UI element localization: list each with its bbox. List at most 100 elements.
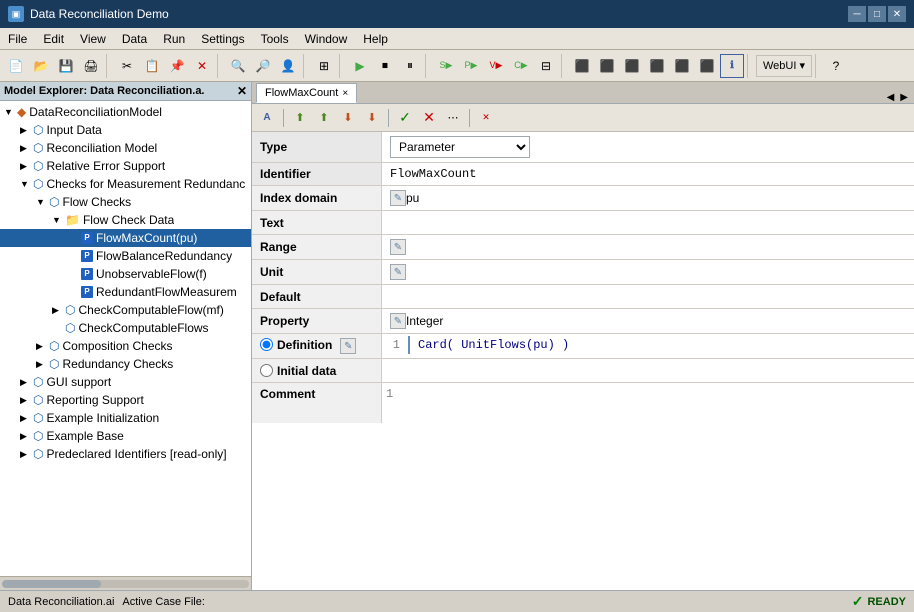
cube-icon: ⬡ (49, 195, 59, 209)
tree-item[interactable]: ▶⬡Redundancy Checks (0, 355, 251, 373)
menu-settings[interactable]: Settings (193, 28, 252, 49)
ready-label: READY (867, 596, 906, 608)
nav-btn4[interactable]: ⬛ (645, 54, 669, 78)
edit-down2-btn[interactable]: ⬇ (361, 107, 383, 129)
menu-file[interactable]: File (0, 28, 35, 49)
cube-icon: ⬡ (49, 357, 59, 371)
run-btn2[interactable]: ⏹ (373, 54, 397, 78)
delete-btn[interactable]: ✕ (190, 54, 214, 78)
find2-btn[interactable]: 🔎 (251, 54, 275, 78)
tree-item-label: Example Initialization (46, 411, 159, 425)
tree-item[interactable]: ▼◆DataReconciliationModel (0, 103, 251, 121)
definition-edit-icon[interactable]: ✎ (340, 338, 356, 354)
tree-item[interactable]: ▶⬡Example Initialization (0, 409, 251, 427)
tree-item[interactable]: ▶⬡Example Base (0, 427, 251, 445)
sym-btn4[interactable]: C▶ (509, 54, 533, 78)
nav-btn1[interactable]: ⬛ (570, 54, 594, 78)
diamond-icon: ◆ (17, 105, 26, 119)
sym-btn2[interactable]: P▶ (459, 54, 483, 78)
menu-data[interactable]: Data (114, 28, 155, 49)
sym-btn1[interactable]: S▶ (434, 54, 458, 78)
tree-item[interactable]: ▶⬡Reconciliation Model (0, 139, 251, 157)
unit-edit-icon[interactable]: ✎ (390, 264, 406, 280)
edit-extra-btn[interactable]: ✕ (475, 107, 497, 129)
tab-flowmaxcount[interactable]: FlowMaxCount × (256, 83, 357, 103)
app-title: Data Reconciliation Demo (30, 7, 842, 21)
definition-radio[interactable] (260, 338, 273, 351)
expand-icon: ▶ (20, 143, 32, 154)
type-row: Type Parameter Variable Function (252, 132, 914, 163)
tree-item[interactable]: ▼⬡Checks for Measurement Redundanc (0, 175, 251, 193)
find-btn[interactable]: 🔍 (226, 54, 250, 78)
tree-item[interactable]: ⬡CheckComputableFlows (0, 319, 251, 337)
initial-data-radio[interactable] (260, 364, 273, 377)
range-edit-icon[interactable]: ✎ (390, 239, 406, 255)
nav-btn5[interactable]: ⬛ (670, 54, 694, 78)
sidebar-close-btn[interactable]: ✕ (237, 84, 247, 98)
tree-item[interactable]: ▶⬡GUI support (0, 373, 251, 391)
comment-content[interactable]: 1 (382, 383, 914, 423)
tree-item-label: Flow Check Data (83, 213, 174, 227)
menu-run[interactable]: Run (155, 28, 193, 49)
edit-up2-btn[interactable]: ⬆ (313, 107, 335, 129)
tab-left-arrow[interactable]: ◀ (885, 92, 897, 103)
edit-font-btn[interactable]: A (256, 107, 278, 129)
menu-window[interactable]: Window (297, 28, 356, 49)
tree-item[interactable]: ▼⬡Flow Checks (0, 193, 251, 211)
nav-btn3[interactable]: ⬛ (620, 54, 644, 78)
edit-check-btn[interactable]: ✓ (394, 107, 416, 129)
tree-item[interactable]: ▶⬡Composition Checks (0, 337, 251, 355)
property-text: Integer (406, 314, 443, 328)
property-edit-icon[interactable]: ✎ (390, 313, 406, 329)
menu-edit[interactable]: Edit (35, 28, 72, 49)
tree-item[interactable]: PFlowMaxCount(pu) (0, 229, 251, 247)
edit-up-btn[interactable]: ⬆ (289, 107, 311, 129)
minimize-btn[interactable]: ─ (848, 6, 866, 22)
cut-btn[interactable]: ✂ (115, 54, 139, 78)
misc-btn[interactable]: ⊞ (312, 54, 336, 78)
open-btn[interactable]: 📂 (29, 54, 53, 78)
find3-btn[interactable]: 👤 (276, 54, 300, 78)
tree-item[interactable]: ▶⬡CheckComputableFlow(mf) (0, 301, 251, 319)
info-btn[interactable]: ℹ (720, 54, 744, 78)
copy-btn[interactable]: 📋 (140, 54, 164, 78)
sym-btn3[interactable]: V▶ (484, 54, 508, 78)
status-filename: Data Reconciliation.ai (8, 596, 114, 608)
type-select[interactable]: Parameter Variable Function (390, 136, 530, 158)
run-btn1[interactable]: ▶ (348, 54, 372, 78)
menu-help[interactable]: Help (355, 28, 396, 49)
tree-item[interactable]: ▶⬡Predeclared Identifiers [read-only] (0, 445, 251, 463)
sym-btn5[interactable]: ⊟ (534, 54, 558, 78)
tab-close-btn[interactable]: × (342, 88, 348, 99)
menu-view[interactable]: View (72, 28, 114, 49)
new-btn[interactable]: 📄 (4, 54, 28, 78)
close-btn[interactable]: ✕ (888, 6, 906, 22)
tree-item[interactable]: ▶⬡Input Data (0, 121, 251, 139)
main-toolbar: 📄 📂 💾 🖨 ✂ 📋 📌 ✕ 🔍 🔎 👤 ⊞ ▶ ⏹ ⏸ S▶ P▶ V▶ C… (0, 50, 914, 82)
property-label: Property (252, 309, 382, 333)
nav-btn6[interactable]: ⬛ (695, 54, 719, 78)
webui-dropdown[interactable]: WebUI ▾ (756, 55, 812, 77)
tab-right-arrow[interactable]: ▶ (898, 92, 910, 103)
tree-item[interactable]: ▶⬡Reporting Support (0, 391, 251, 409)
edit-dots-btn[interactable]: ⋯ (442, 107, 464, 129)
tree-item[interactable]: ▼📁Flow Check Data (0, 211, 251, 229)
tree-item[interactable]: PRedundantFlowMeasurem (0, 283, 251, 301)
edit-x-btn[interactable]: ✕ (418, 107, 440, 129)
edit-down-btn[interactable]: ⬇ (337, 107, 359, 129)
tree-item[interactable]: PUnobservableFlow(f) (0, 265, 251, 283)
definition-code-text[interactable]: Card( UnitFlows(pu) ) (418, 336, 569, 354)
maximize-btn[interactable]: □ (868, 6, 886, 22)
index-domain-edit-icon[interactable]: ✎ (390, 190, 406, 206)
run-btn3[interactable]: ⏸ (398, 54, 422, 78)
sidebar-scrollbar[interactable] (0, 576, 251, 590)
tree-item[interactable]: PFlowBalanceRedundancy (0, 247, 251, 265)
nav-btn2[interactable]: ⬛ (595, 54, 619, 78)
print-btn[interactable]: 🖨 (79, 54, 103, 78)
menu-tools[interactable]: Tools (253, 28, 297, 49)
tree-item[interactable]: ▶⬡Relative Error Support (0, 157, 251, 175)
help-icon[interactable]: ? (824, 54, 848, 78)
save-btn[interactable]: 💾 (54, 54, 78, 78)
paste-btn[interactable]: 📌 (165, 54, 189, 78)
expand-icon: ▶ (20, 413, 32, 424)
